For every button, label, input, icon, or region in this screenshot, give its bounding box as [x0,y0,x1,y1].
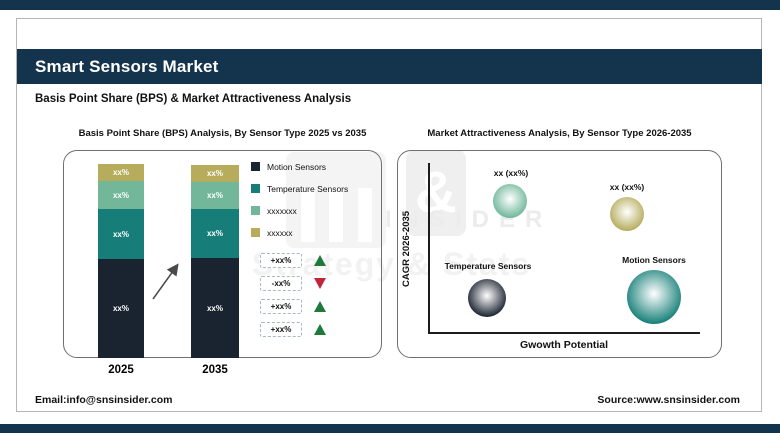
delta-value-box: +xx% [260,299,302,314]
legend-swatch [251,228,260,237]
legend-swatch [251,206,260,215]
bubble-motion-sensors [627,270,681,324]
bubble-label: xx (xx%) [587,182,667,192]
delta-row: +xx% [260,253,326,268]
infographic-canvas: & INSIDER Strategy & Stats Smart Sensors… [0,0,780,433]
delta-value-box: +xx% [260,322,302,337]
stacked-bar-2025: xx% xx% xx% xx% [98,164,144,358]
delta-row: +xx% [260,299,326,314]
legend-swatch [251,184,260,193]
bar-segment: xx% [191,258,239,358]
legend-item: xxxxxx [251,226,348,239]
legend-item: xxxxxxx [251,204,348,217]
bar-segment: xx% [191,209,239,258]
delta-row: -xx% [260,276,326,291]
page-title: Smart Sensors Market [17,49,762,84]
bar-segment: xx% [191,165,239,182]
legend-swatch [251,162,260,171]
trend-up-triangle-icon [314,324,326,335]
attractiveness-chart-panel [397,150,722,358]
bubble-label: xx (xx%) [471,168,551,178]
bps-legend: Motion Sensors Temperature Sensors xxxxx… [251,160,348,248]
bar-segment: xx% [98,209,144,259]
bar-segment: xx% [191,182,239,209]
footer-source: Source:www.snsinsider.com [440,394,740,406]
legend-label: Motion Sensors [267,162,326,172]
legend-label: xxxxxx [267,228,293,238]
header-title-bar: Smart Sensors Market [17,49,762,84]
delta-row: +xx% [260,322,326,337]
bubble-green [493,184,527,218]
legend-label: Temperature Sensors [267,184,348,194]
bubble-olive [610,197,644,231]
bubble-temperature-sensors [468,279,506,317]
bar-segment: xx% [98,164,144,181]
bubble-label-temperature-sensors: Temperature Sensors [428,261,548,271]
trend-down-triangle-icon [314,278,326,289]
attractiveness-chart-title: Market Attractiveness Analysis, By Senso… [397,128,722,139]
bar-segment: xx% [98,181,144,209]
delta-value-box: +xx% [260,253,302,268]
upward-trend-arrow-icon [148,258,184,304]
trend-up-triangle-icon [314,301,326,312]
legend-item: Motion Sensors [251,160,348,173]
delta-value-box: -xx% [260,276,302,291]
x-tick-2025: 2025 [91,364,151,376]
bottom-accent-strip [0,424,780,433]
bubble-label-motion-sensors: Motion Sensors [594,255,714,265]
footer-email: Email:info@snsinsider.com [35,394,172,406]
trend-up-triangle-icon [314,255,326,266]
x-axis-line [428,332,700,334]
legend-item: Temperature Sensors [251,182,348,195]
stacked-bar-2035: xx% xx% xx% xx% [191,165,239,358]
bps-delta-list: +xx% -xx% +xx% +xx% [260,253,326,345]
bps-chart-title: Basis Point Share (BPS) Analysis, By Sen… [63,128,382,139]
y-axis-line [428,163,430,334]
page-subtitle: Basis Point Share (BPS) & Market Attract… [35,93,351,105]
x-tick-2035: 2035 [185,364,245,376]
legend-label: xxxxxxx [267,206,297,216]
bar-segment: xx% [98,259,144,358]
x-axis-label: Gwowth Potential [428,339,700,351]
y-axis-label: CAGR 2026-2035 [401,190,415,308]
top-accent-strip [0,0,780,10]
